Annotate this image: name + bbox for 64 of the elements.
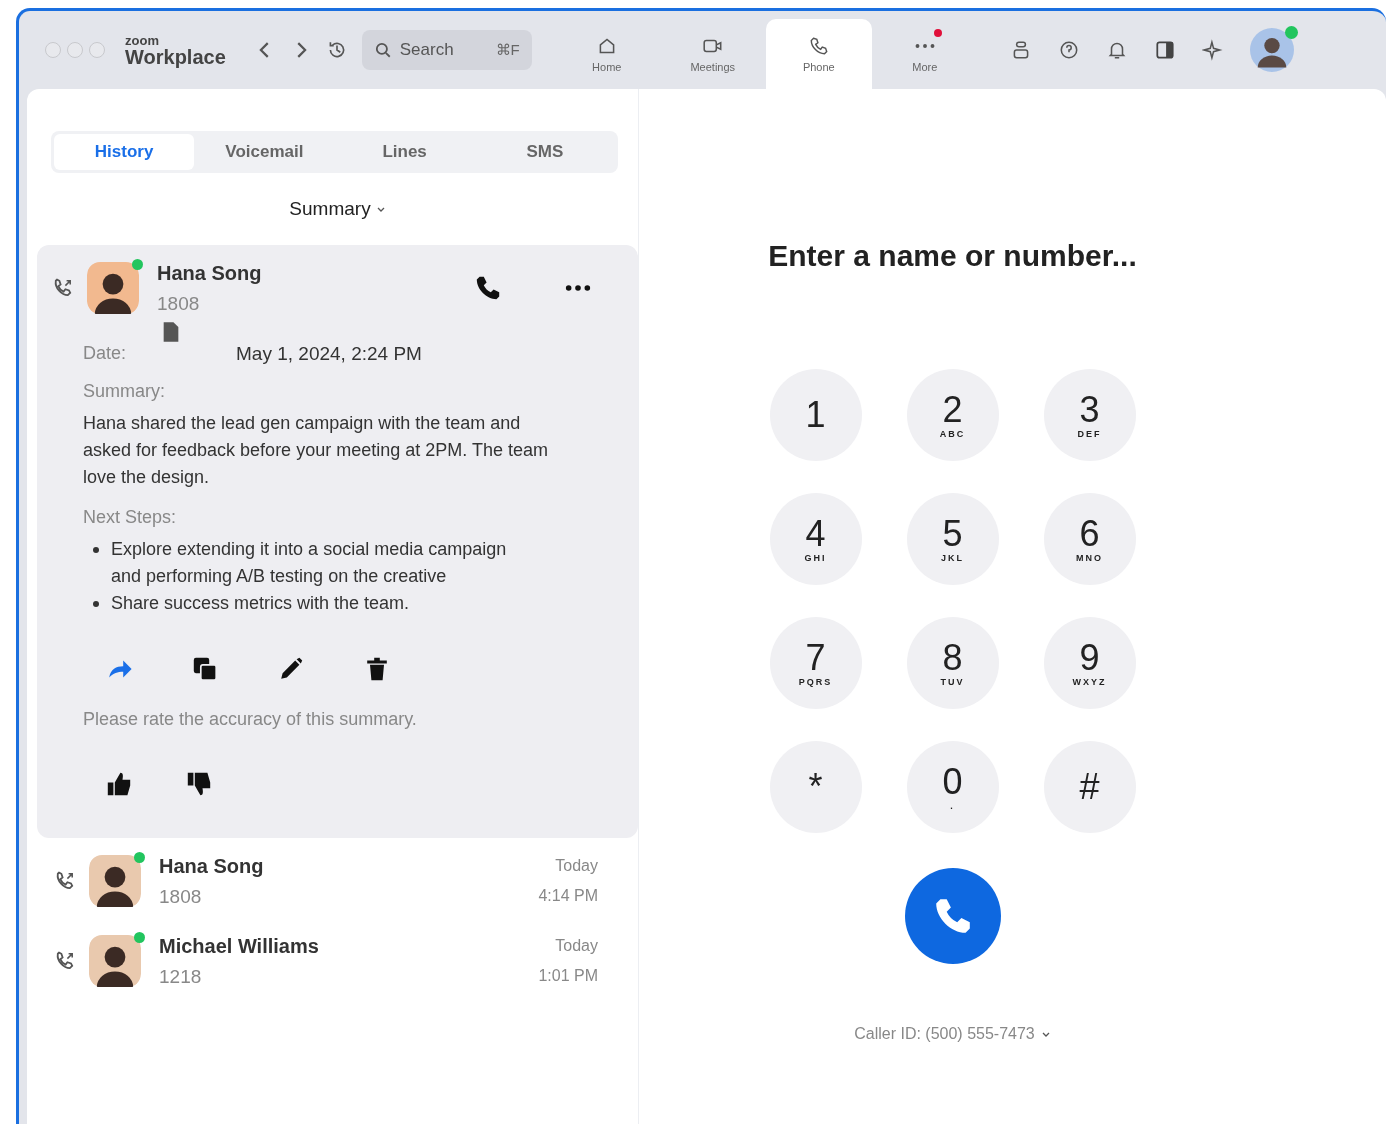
nav-tab[interactable]: More (871, 19, 978, 89)
bullet-icon (93, 601, 99, 607)
extension-number: 1218 (159, 965, 203, 988)
call-date: May 1, 2024, 2:24 PM (236, 343, 422, 365)
summary-text: Hana shared the lead gen campaign with the team and asked for feedback before your meeting at 2PM. The team love the design. (83, 412, 549, 489)
contact-name: Michael Williams (159, 934, 319, 958)
call-time: 4:14 PM (538, 887, 598, 905)
tab[interactable]: History (54, 134, 195, 170)
search-box[interactable]: Search ⌘F (361, 30, 532, 70)
call-day: Today (555, 937, 598, 955)
nav-tab[interactable]: Meetings (659, 19, 766, 89)
call-day: Today (555, 857, 598, 875)
search-icon (373, 41, 392, 59)
filter-dropdown[interactable]: Summary (283, 197, 392, 221)
thumbs-down-icon[interactable] (185, 770, 213, 798)
tab[interactable]: SMS (474, 134, 615, 170)
next-step-text: Explore extending it into a social media campaign and performing A/B testing on the creative (111, 538, 508, 588)
summary-label: Summary: (83, 381, 166, 402)
extension-number: 1808 (157, 292, 201, 315)
tab[interactable]: Lines (334, 134, 475, 170)
keypad-key[interactable]: 4 GHI (769, 493, 862, 585)
contact-avatar (87, 261, 139, 315)
keypad-key[interactable]: # (1043, 741, 1136, 833)
bullet-icon (93, 547, 99, 553)
document-icon (161, 321, 181, 343)
call-history-item[interactable]: Hana Song 1808 Today 4:14 PM (37, 838, 638, 918)
tab[interactable]: Voicemail (194, 134, 335, 170)
contact-avatar (89, 934, 141, 988)
keypad-key[interactable]: 2 ABC (906, 369, 999, 461)
person-silhouette-icon (1249, 28, 1294, 72)
keypad-key[interactable]: 0 . (906, 741, 999, 833)
side-panel-icon[interactable] (1153, 39, 1176, 61)
contact-name: Hana Song (157, 261, 262, 285)
keypad-key[interactable]: 5 JKL (906, 493, 999, 585)
search-field[interactable]: Search (397, 39, 482, 61)
call-button[interactable] (474, 274, 502, 302)
dial-prompt: Enter a name or number... (768, 239, 1137, 273)
thumbs-up-icon[interactable] (105, 770, 133, 798)
date-label: Date: (83, 343, 127, 365)
more-icon (913, 43, 936, 49)
more-options-button[interactable] (564, 283, 592, 293)
brand-caption: zoom (125, 33, 160, 47)
extension-number: 1808 (159, 885, 203, 908)
next-steps-label: Next Steps: (83, 507, 178, 528)
keypad-key[interactable]: 8 TUV (906, 617, 999, 709)
nav-tab[interactable]: Home (553, 19, 660, 89)
next-step-text: Share success metrics with the team. (111, 592, 410, 615)
keypad-key[interactable]: 3 DEF (1043, 369, 1136, 461)
shortcut-hint: ⌘F (495, 41, 520, 59)
keypad-key[interactable]: 7 PQRS (769, 617, 862, 709)
keypad-key[interactable]: 6 MNO (1043, 493, 1136, 585)
keypad-key[interactable]: 1 (769, 369, 862, 461)
keypad-key[interactable]: 9 WXYZ (1043, 617, 1136, 709)
contact-avatar (89, 854, 141, 908)
copy-icon[interactable] (191, 655, 219, 683)
contact-name: Hana Song (159, 854, 264, 878)
caller-id-dropdown[interactable]: Caller ID: (500) 555-7473 (848, 1024, 1057, 1044)
brand-name: Workplace (125, 46, 226, 67)
call-time: 1:01 PM (538, 967, 598, 985)
keypad-key[interactable]: * (769, 741, 862, 833)
call-history-item[interactable]: Michael Williams 1218 Today 1:01 PM (37, 918, 638, 998)
nav-tab[interactable]: Phone (765, 19, 872, 89)
sparkle-icon[interactable] (1201, 39, 1224, 61)
rating-prompt: Please rate the accuracy of this summary. (83, 709, 418, 730)
